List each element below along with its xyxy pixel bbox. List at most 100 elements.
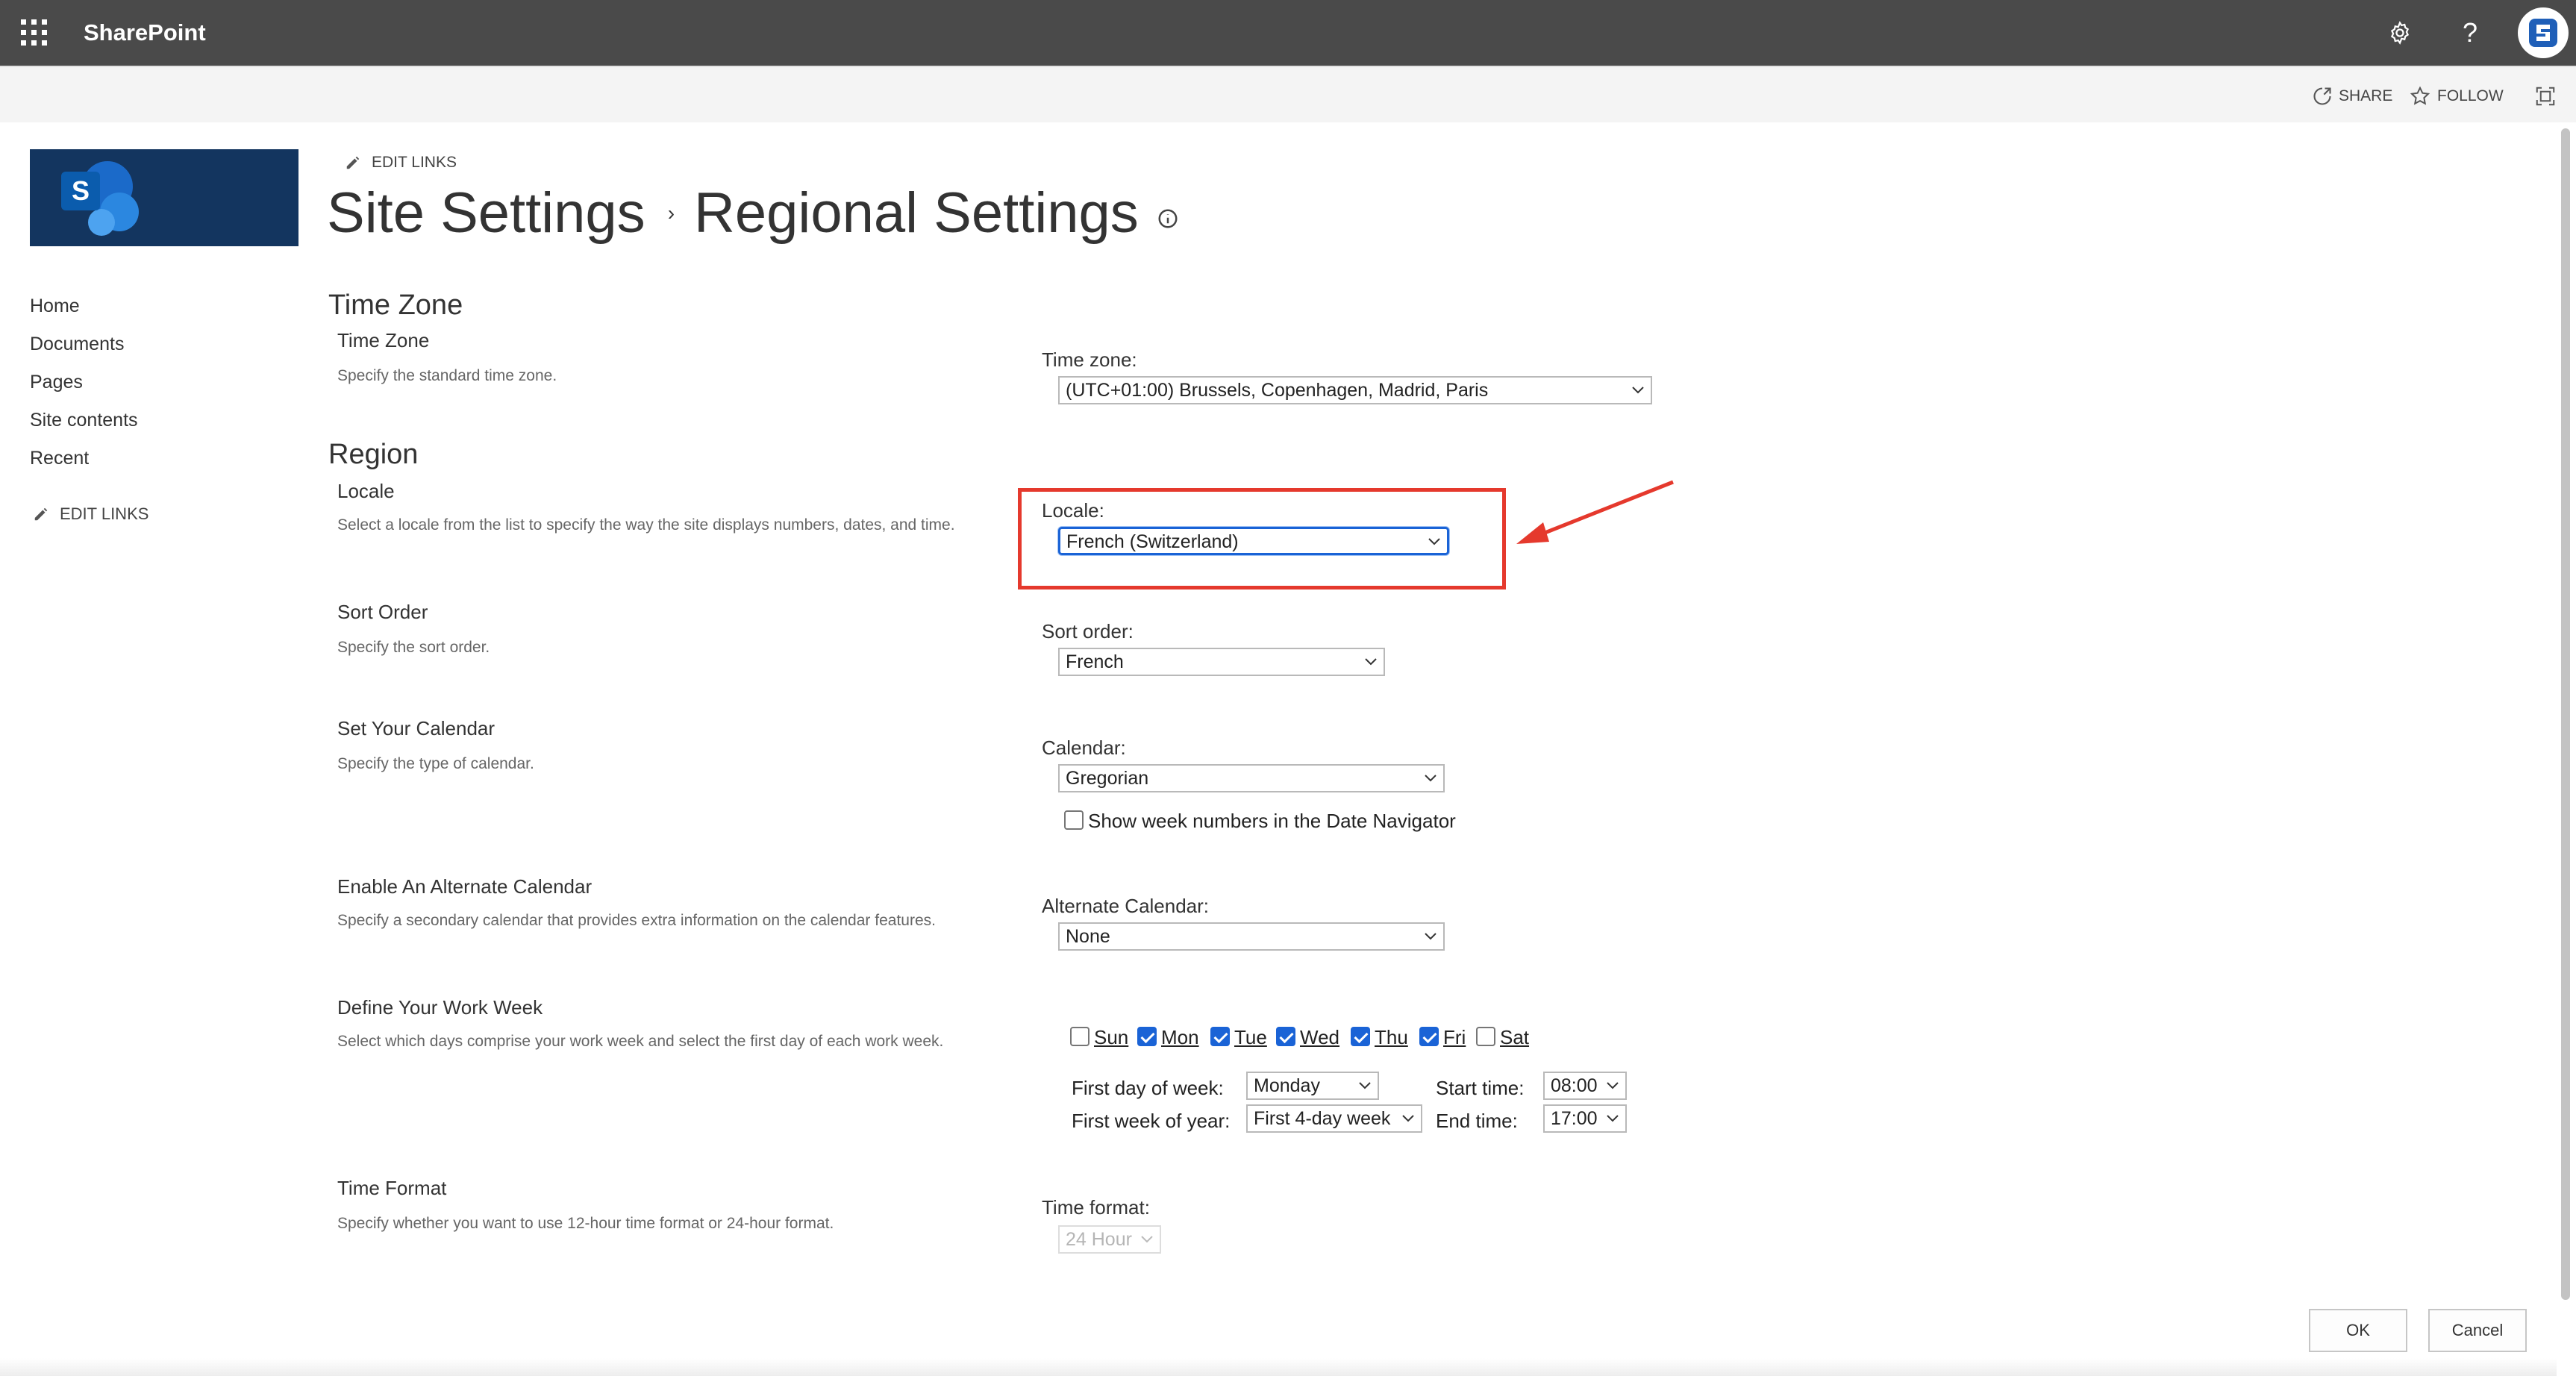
day-label-wed: Wed [1300, 1026, 1339, 1048]
cancel-button[interactable]: Cancel [2428, 1309, 2527, 1352]
time-format-value: 24 Hour [1066, 1229, 1132, 1250]
time-zone-value: (UTC+01:00) Brussels, Copenhagen, Madrid… [1066, 380, 1489, 401]
locale-title: Locale [337, 480, 395, 502]
day-checkbox-tue[interactable] [1210, 1027, 1230, 1046]
locale-value: French (Switzerland) [1066, 531, 1239, 552]
calendar-value: Gregorian [1066, 768, 1149, 789]
time-zone-title: Time Zone [337, 329, 430, 351]
locale-select[interactable]: French (Switzerland) [1058, 527, 1449, 555]
page-scrollbar-thumb[interactable] [2561, 128, 2570, 1300]
logo-letter: S [72, 175, 90, 206]
suite-bar: SharePoint ? [0, 0, 2576, 66]
site-logo[interactable]: S [30, 149, 298, 246]
sort-order-label: Sort order: [1042, 620, 1134, 642]
work-week-title: Define Your Work Week [337, 996, 543, 1019]
share-button[interactable]: SHARE [2312, 85, 2392, 107]
chevron-down-icon [1607, 1115, 1619, 1122]
end-time-label: End time: [1436, 1110, 1518, 1132]
title-edit-links[interactable]: EDIT LINKS [345, 154, 457, 172]
ribbon-bar: SHARE FOLLOW [0, 66, 2576, 122]
pencil-icon [346, 156, 360, 169]
day-label-sun: Sun [1094, 1026, 1129, 1048]
day-checkbox-sat[interactable] [1476, 1027, 1495, 1046]
day-label-mon: Mon [1161, 1026, 1199, 1048]
day-checkbox-fri[interactable] [1419, 1027, 1439, 1046]
day-checkbox-sun[interactable] [1070, 1027, 1090, 1046]
day-checkbox-wed[interactable] [1276, 1027, 1295, 1046]
sort-order-desc: Specify the sort order. [337, 639, 490, 656]
first-day-select[interactable]: Monday [1246, 1072, 1379, 1100]
section-region: Region [328, 439, 419, 470]
avatar[interactable] [2518, 7, 2569, 58]
time-format-select: 24 Hour [1058, 1225, 1161, 1254]
nav-item-home[interactable]: Home [30, 293, 138, 331]
start-time-select[interactable]: 08:00 [1543, 1072, 1627, 1100]
focus-content-icon[interactable] [2534, 85, 2563, 107]
breadcrumb-site-settings[interactable]: Site Settings [327, 179, 645, 248]
chevron-down-icon [1359, 1082, 1371, 1089]
day-checkbox-thu[interactable] [1351, 1027, 1370, 1046]
work-week-desc: Select which days comprise your work wee… [337, 1033, 944, 1050]
nav-item-recent[interactable]: Recent [30, 445, 138, 483]
info-icon [1158, 209, 1178, 228]
end-time-select[interactable]: 17:00 [1543, 1104, 1627, 1133]
title-edit-links-label: EDIT LINKS [372, 154, 457, 171]
alt-calendar-select[interactable]: None [1058, 922, 1445, 951]
sort-order-title: Sort Order [337, 601, 428, 623]
day-label-sat: Sat [1500, 1026, 1530, 1048]
alt-calendar-label: Alternate Calendar: [1042, 895, 1210, 917]
time-zone-select[interactable]: (UTC+01:00) Brussels, Copenhagen, Madrid… [1058, 376, 1652, 404]
nav-item-pages[interactable]: Pages [30, 369, 138, 407]
start-time-value: 08:00 [1551, 1075, 1598, 1096]
app-launcher-icon[interactable] [21, 19, 48, 46]
alt-calendar-value: None [1066, 926, 1110, 947]
first-week-value: First 4-day week [1254, 1108, 1391, 1129]
first-day-value: Monday [1254, 1075, 1320, 1096]
first-week-label: First week of year: [1072, 1110, 1231, 1132]
star-icon [2410, 86, 2430, 105]
nav-item-site-contents[interactable]: Site contents [30, 407, 138, 445]
nav-edit-links-label: EDIT LINKS [60, 504, 149, 523]
share-label: SHARE [2339, 87, 2393, 104]
chevron-down-icon [1425, 933, 1437, 940]
sort-order-select[interactable]: French [1058, 648, 1385, 676]
chevron-down-icon [1632, 387, 1644, 394]
chevron-down-icon [1402, 1115, 1414, 1122]
help-icon[interactable]: ? [2452, 15, 2488, 51]
follow-button[interactable]: FOLLOW [2409, 85, 2504, 107]
page-bottom-edge [0, 1358, 2557, 1376]
week-numbers-label: Show week numbers in the Date Navigator [1088, 810, 1456, 832]
time-format-desc: Specify whether you want to use 12-hour … [337, 1215, 834, 1232]
page-title: Site Settings › Regional Settings [327, 179, 1179, 248]
left-navigation: Home Documents Pages Site contents Recen… [30, 293, 138, 483]
calendar-title: Set Your Calendar [337, 717, 495, 739]
week-numbers-checkbox[interactable] [1064, 810, 1084, 830]
annotation-arrow [1516, 480, 1674, 544]
time-zone-label: Time zone: [1042, 348, 1137, 371]
time-zone-desc: Specify the standard time zone. [337, 367, 557, 384]
day-label-thu: Thu [1375, 1026, 1408, 1048]
sort-order-value: French [1066, 651, 1124, 672]
start-time-label: Start time: [1436, 1077, 1525, 1099]
chevron-down-icon [1141, 1236, 1153, 1243]
chevron-down-icon [1365, 658, 1377, 666]
calendar-select[interactable]: Gregorian [1058, 764, 1445, 792]
chevron-down-icon [1607, 1082, 1619, 1089]
time-format-label: Time format: [1042, 1196, 1150, 1219]
nav-item-documents[interactable]: Documents [30, 331, 138, 369]
end-time-value: 17:00 [1551, 1108, 1598, 1129]
day-checkbox-mon[interactable] [1137, 1027, 1157, 1046]
gear-icon[interactable] [2382, 15, 2418, 51]
nav-edit-links[interactable]: EDIT LINKS [33, 504, 149, 524]
ok-button[interactable]: OK [2309, 1309, 2407, 1352]
chevron-down-icon [1425, 775, 1437, 782]
app-brand[interactable]: SharePoint [84, 16, 206, 49]
follow-label: FOLLOW [2437, 87, 2504, 104]
first-week-select[interactable]: First 4-day week [1246, 1104, 1422, 1133]
breadcrumb-separator: › [667, 201, 675, 225]
pencil-icon [34, 507, 48, 521]
day-label-tue: Tue [1234, 1026, 1267, 1048]
calendar-desc: Specify the type of calendar. [337, 755, 534, 772]
first-day-label: First day of week: [1072, 1077, 1224, 1099]
alt-calendar-desc: Specify a secondary calendar that provid… [337, 912, 936, 929]
